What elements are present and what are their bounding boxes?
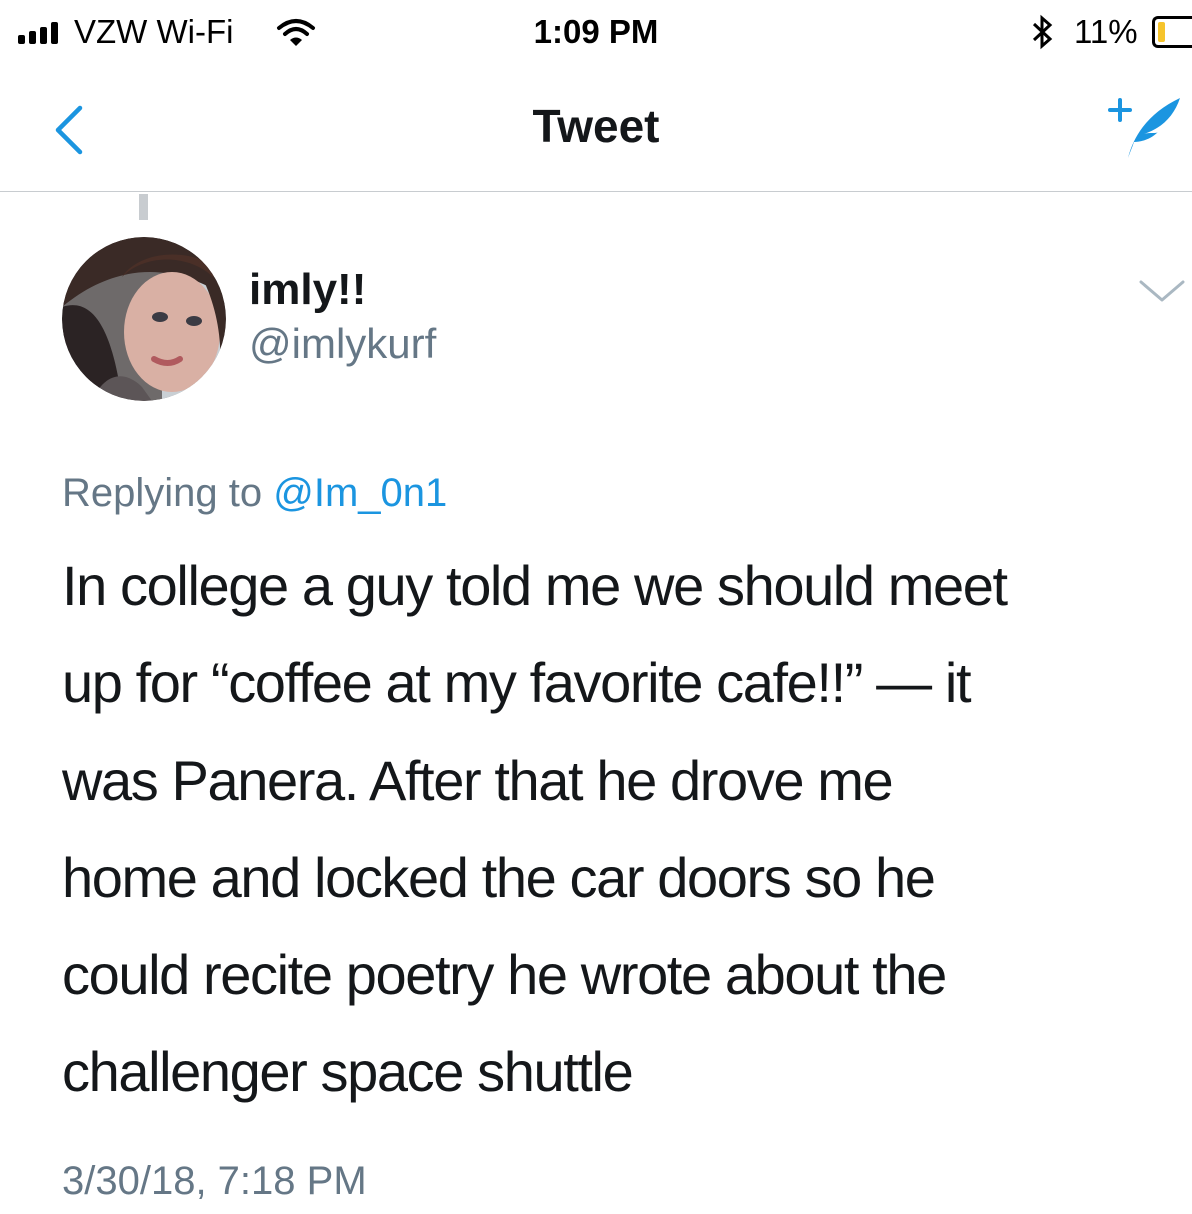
replying-prefix: Replying to — [62, 471, 263, 515]
tweet-timestamp: 3/30/18, 7:18 PM — [62, 1159, 367, 1203]
tweet-text-line: was Panera. After that he drove me — [62, 748, 894, 812]
nav-bar: Tweet — [0, 70, 1192, 192]
battery-icon — [1152, 16, 1192, 48]
dropdown-caret-icon[interactable] — [1138, 278, 1186, 304]
tweet-text-line: challenger space shuttle — [62, 1040, 634, 1104]
user-handle[interactable]: @imlykurf — [249, 318, 436, 370]
page-title: Tweet — [532, 100, 660, 152]
status-time: 1:09 PM — [533, 13, 659, 50]
battery-percent: 11% — [1074, 13, 1138, 50]
tweet-text-line: home and locked the car doors so he — [62, 845, 936, 909]
tweet-text-line: up for “coffee at my favorite cafe!!” — … — [62, 651, 972, 715]
bluetooth-icon — [1032, 14, 1053, 50]
status-bar: VZW Wi-Fi 1:09 PM 11% — [0, 0, 1192, 70]
display-name[interactable]: imly!! — [249, 263, 366, 317]
reply-to-handle-link[interactable]: @Im_0n1 — [273, 471, 447, 515]
avatar[interactable] — [62, 237, 226, 401]
tweet-text: In college a guy told me we should meet … — [62, 537, 1186, 1121]
tweet-text-line: could recite poetry he wrote about the — [62, 943, 947, 1007]
thread-connector-line — [139, 194, 148, 220]
replying-to-line: Replying to @Im_0n1 — [62, 468, 447, 518]
tweet-text-line: In college a guy told me we should meet — [62, 554, 1008, 617]
compose-tweet-icon[interactable] — [1104, 94, 1184, 164]
battery-level-fill — [1158, 22, 1165, 42]
